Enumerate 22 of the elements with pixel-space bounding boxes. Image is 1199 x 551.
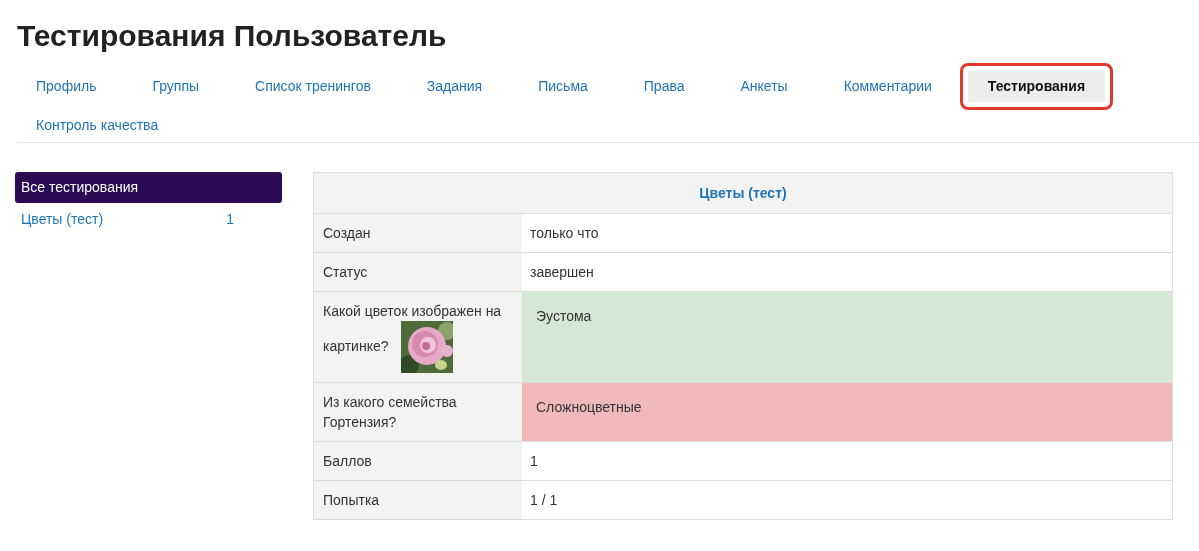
- page-title: Тестирования Пользователь: [17, 18, 447, 54]
- sidebar-item[interactable]: Все тестирования: [15, 172, 282, 203]
- table-cell: Эустома: [522, 292, 1172, 382]
- table-cell: Создан: [314, 214, 522, 252]
- tab[interactable]: Права: [615, 71, 713, 102]
- table-cell: Из какого семейства Гортензия?: [314, 383, 522, 441]
- table-cell: Попытка: [314, 481, 522, 519]
- tab[interactable]: Тестирования: [967, 71, 1106, 102]
- tab[interactable]: Письма: [510, 71, 616, 102]
- tab[interactable]: Список тренингов: [227, 71, 399, 102]
- tab[interactable]: Задания: [398, 71, 511, 102]
- table-cell: Баллов: [314, 442, 522, 480]
- tab[interactable]: Контроль качества: [8, 110, 187, 141]
- table-cell: Сложноцветные: [522, 383, 1172, 441]
- tab[interactable]: Профиль: [8, 71, 125, 102]
- tab[interactable]: Анкеты: [712, 71, 816, 102]
- tab[interactable]: Комментарии: [815, 71, 960, 102]
- tab[interactable]: Группы: [124, 71, 228, 102]
- table-cell: Статус: [314, 253, 522, 291]
- sidebar-item[interactable]: Цветы (тест) 1: [15, 204, 282, 235]
- table-cell: Какой цветок изображен на картинке?: [314, 292, 522, 382]
- table-header: Цветы (тест): [314, 173, 1172, 214]
